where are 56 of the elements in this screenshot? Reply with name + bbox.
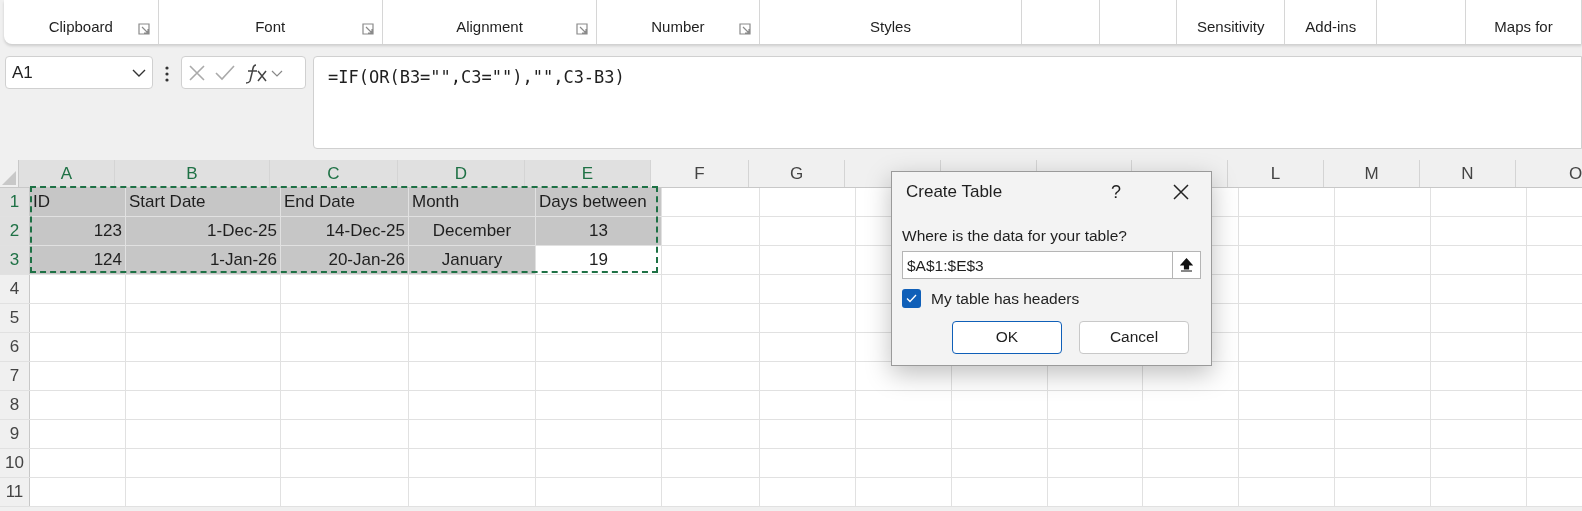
column-header[interactable]: D [454,160,468,187]
formula-input[interactable]: =IF(OR(B3="",C3=""),"",C3-B3) [313,56,1582,149]
table-cell: Days between [536,188,662,216]
table-cell: Month [409,188,536,216]
dialog-launcher-icon[interactable] [361,23,374,35]
ribbon-group-label: Maps for [1494,16,1553,37]
cancel-icon[interactable] [188,63,206,82]
ribbon-group-label: Clipboard [48,16,113,37]
close-icon[interactable] [1173,184,1189,200]
function-icon[interactable] [244,61,284,84]
table-cell: Start Date [126,188,281,216]
dialog-button[interactable]: Cancel [1079,320,1189,354]
column-header[interactable]: L [1270,160,1281,187]
name-box[interactable]: A1 [5,56,153,89]
dialog-title: Create Table [905,181,1004,204]
ribbon-group-label: Add-ins [1305,16,1357,37]
checkmark-icon [906,294,917,304]
dialog-launcher-icon[interactable] [576,23,589,35]
table-cell: 123 [30,217,126,245]
dialog-launcher-icon[interactable] [137,23,150,35]
column-header[interactable]: C [327,160,340,187]
range-input[interactable]: $A$1:$E$3 [902,251,1173,280]
checkmark-icon[interactable] [214,63,236,82]
dialog-button[interactable]: OK [952,320,1062,354]
table-cell: ID [30,188,126,216]
column-header[interactable]: O [1568,160,1582,187]
table-cell: 1-Dec-25 [126,217,281,245]
ribbon-group-label: Styles [870,16,911,37]
table-cell: January [409,246,536,274]
range-prompt: Where is the data for your table? [902,226,1128,246]
column-header[interactable]: N [1461,160,1474,187]
ribbon-group-label: Number [651,16,705,37]
table-cell: End Date [281,188,409,216]
table-cell: 20-Jan-26 [281,246,409,274]
help-button[interactable]: ? [1111,178,1121,206]
column-header[interactable]: F [694,160,705,187]
table-cell: 14-Dec-25 [281,217,409,245]
table-cell: 1-Jan-26 [126,246,281,274]
column-header[interactable]: E [581,160,594,187]
column-header[interactable]: G [789,160,804,187]
column-header[interactable]: B [186,160,198,187]
ribbon-group-label: Sensitivity [1196,16,1265,37]
collapse-dialog-button[interactable] [1173,251,1201,280]
column-header[interactable]: M [1364,160,1379,187]
dialog-launcher-icon[interactable] [738,23,751,35]
arrow-up-icon [1180,258,1193,273]
chevron-down-icon [132,68,146,77]
checkbox[interactable] [902,289,921,309]
checkbox-label: My table has headers [931,289,1080,310]
ribbon-group-label: Alignment [456,16,523,37]
table-cell: 124 [30,246,126,274]
table-cell: 13 [536,217,662,245]
more-options-icon[interactable] [165,66,169,82]
table-cell: December [409,217,536,245]
column-header[interactable]: A [60,160,73,187]
ribbon-group-label: Font [255,16,286,37]
